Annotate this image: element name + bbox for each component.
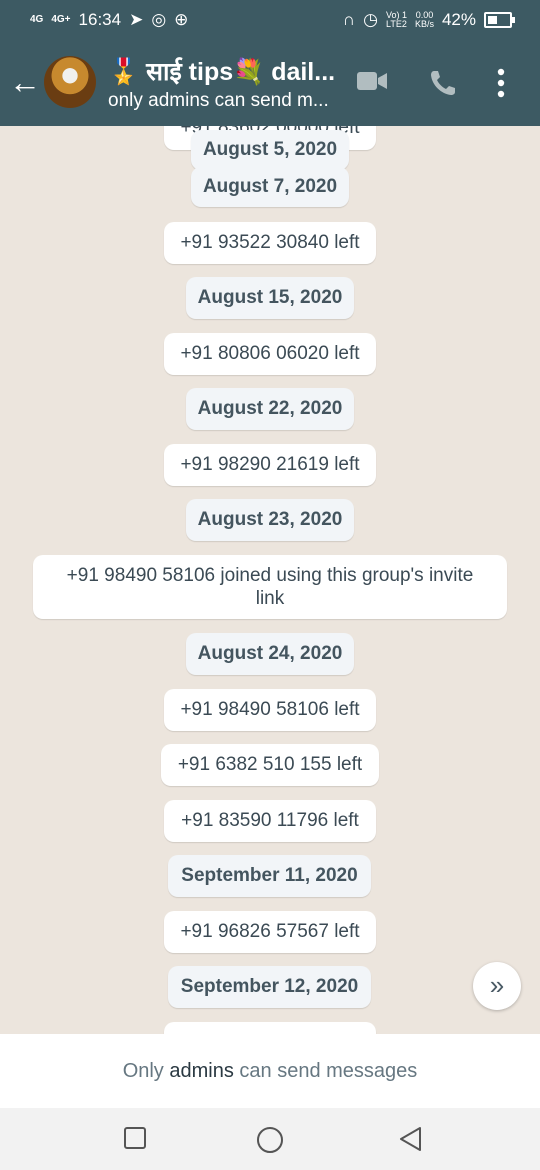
chat-messages[interactable]: +91 83602 00000 left August 5, 2020 Augu… bbox=[0, 126, 540, 1034]
date-chip: September 11, 2020 bbox=[168, 855, 371, 897]
system-message: +91 80806 06020 left bbox=[164, 333, 376, 375]
system-nav-bar bbox=[0, 1108, 540, 1170]
date-chip: August 22, 2020 bbox=[186, 388, 354, 430]
double-chevron-down-icon[interactable]: » bbox=[473, 962, 521, 1010]
date-chip: August 24, 2020 bbox=[186, 633, 354, 675]
status-bar: 4G 4G+ 16:34 ➤ ◎ ⊕ ∩ ◷ Vo) 1 LTE2 0.00 KB/… bbox=[0, 0, 540, 40]
back-triangle-icon[interactable] bbox=[398, 1126, 422, 1152]
battery-icon bbox=[484, 12, 515, 28]
data-saver-icon: ⊕ bbox=[174, 10, 189, 29]
date-chip: September 12, 2020 bbox=[168, 966, 371, 1008]
system-message: +91 96826 57567 left bbox=[164, 911, 376, 953]
recents-square-icon[interactable] bbox=[123, 1126, 147, 1150]
system-message: +91 83590 11796 left bbox=[164, 800, 376, 842]
group-title[interactable]: 🎖️ साई tips💐 dail... bbox=[108, 54, 348, 88]
phone-icon[interactable] bbox=[428, 68, 458, 98]
headphones-icon: ∩ bbox=[342, 10, 356, 29]
system-message: +91 98490 58106 joined using this group'… bbox=[33, 555, 507, 619]
whatsapp-icon: ◎ bbox=[151, 10, 167, 29]
system-message: +91 93522 30840 left bbox=[164, 222, 376, 264]
system-message: +91 98290 21619 left bbox=[164, 444, 376, 486]
system-message: +91 98490 58106 left bbox=[164, 689, 376, 731]
date-chip: August 5, 2020 bbox=[191, 130, 349, 170]
network-indicator-2: 4G+ bbox=[51, 14, 71, 25]
volte-indicator: Vo) 1 LTE2 bbox=[385, 10, 407, 29]
arrow-left-icon[interactable]: ← bbox=[8, 65, 42, 99]
date-chip: August 23, 2020 bbox=[186, 499, 354, 541]
network-speed: 0.00 KB/s bbox=[414, 10, 434, 29]
video-camera-icon[interactable] bbox=[356, 68, 388, 94]
group-subtitle[interactable]: only admins can send m... bbox=[108, 90, 348, 112]
admins-link[interactable]: admins bbox=[169, 1060, 233, 1082]
home-circle-icon[interactable] bbox=[256, 1126, 284, 1154]
more-vertical-icon[interactable] bbox=[496, 68, 506, 98]
clock: 16:34 bbox=[78, 10, 122, 29]
date-chip: August 15, 2020 bbox=[186, 277, 354, 319]
date-chip: August 7, 2020 bbox=[191, 167, 349, 207]
group-avatar[interactable] bbox=[44, 56, 96, 108]
admins-only-notice: Only admins can send messages bbox=[0, 1034, 540, 1108]
network-indicator-1: 4G bbox=[30, 14, 44, 25]
location-arrow-icon: ➤ bbox=[129, 10, 144, 29]
system-message-partial bbox=[164, 1022, 376, 1034]
battery-percent: 42% bbox=[441, 10, 476, 29]
system-message: +91 6382 510 155 left bbox=[161, 744, 379, 786]
chat-header: ← 🎖️ साई tips💐 dail... only admins can s… bbox=[0, 40, 540, 126]
alarm-icon: ◷ bbox=[363, 10, 378, 29]
